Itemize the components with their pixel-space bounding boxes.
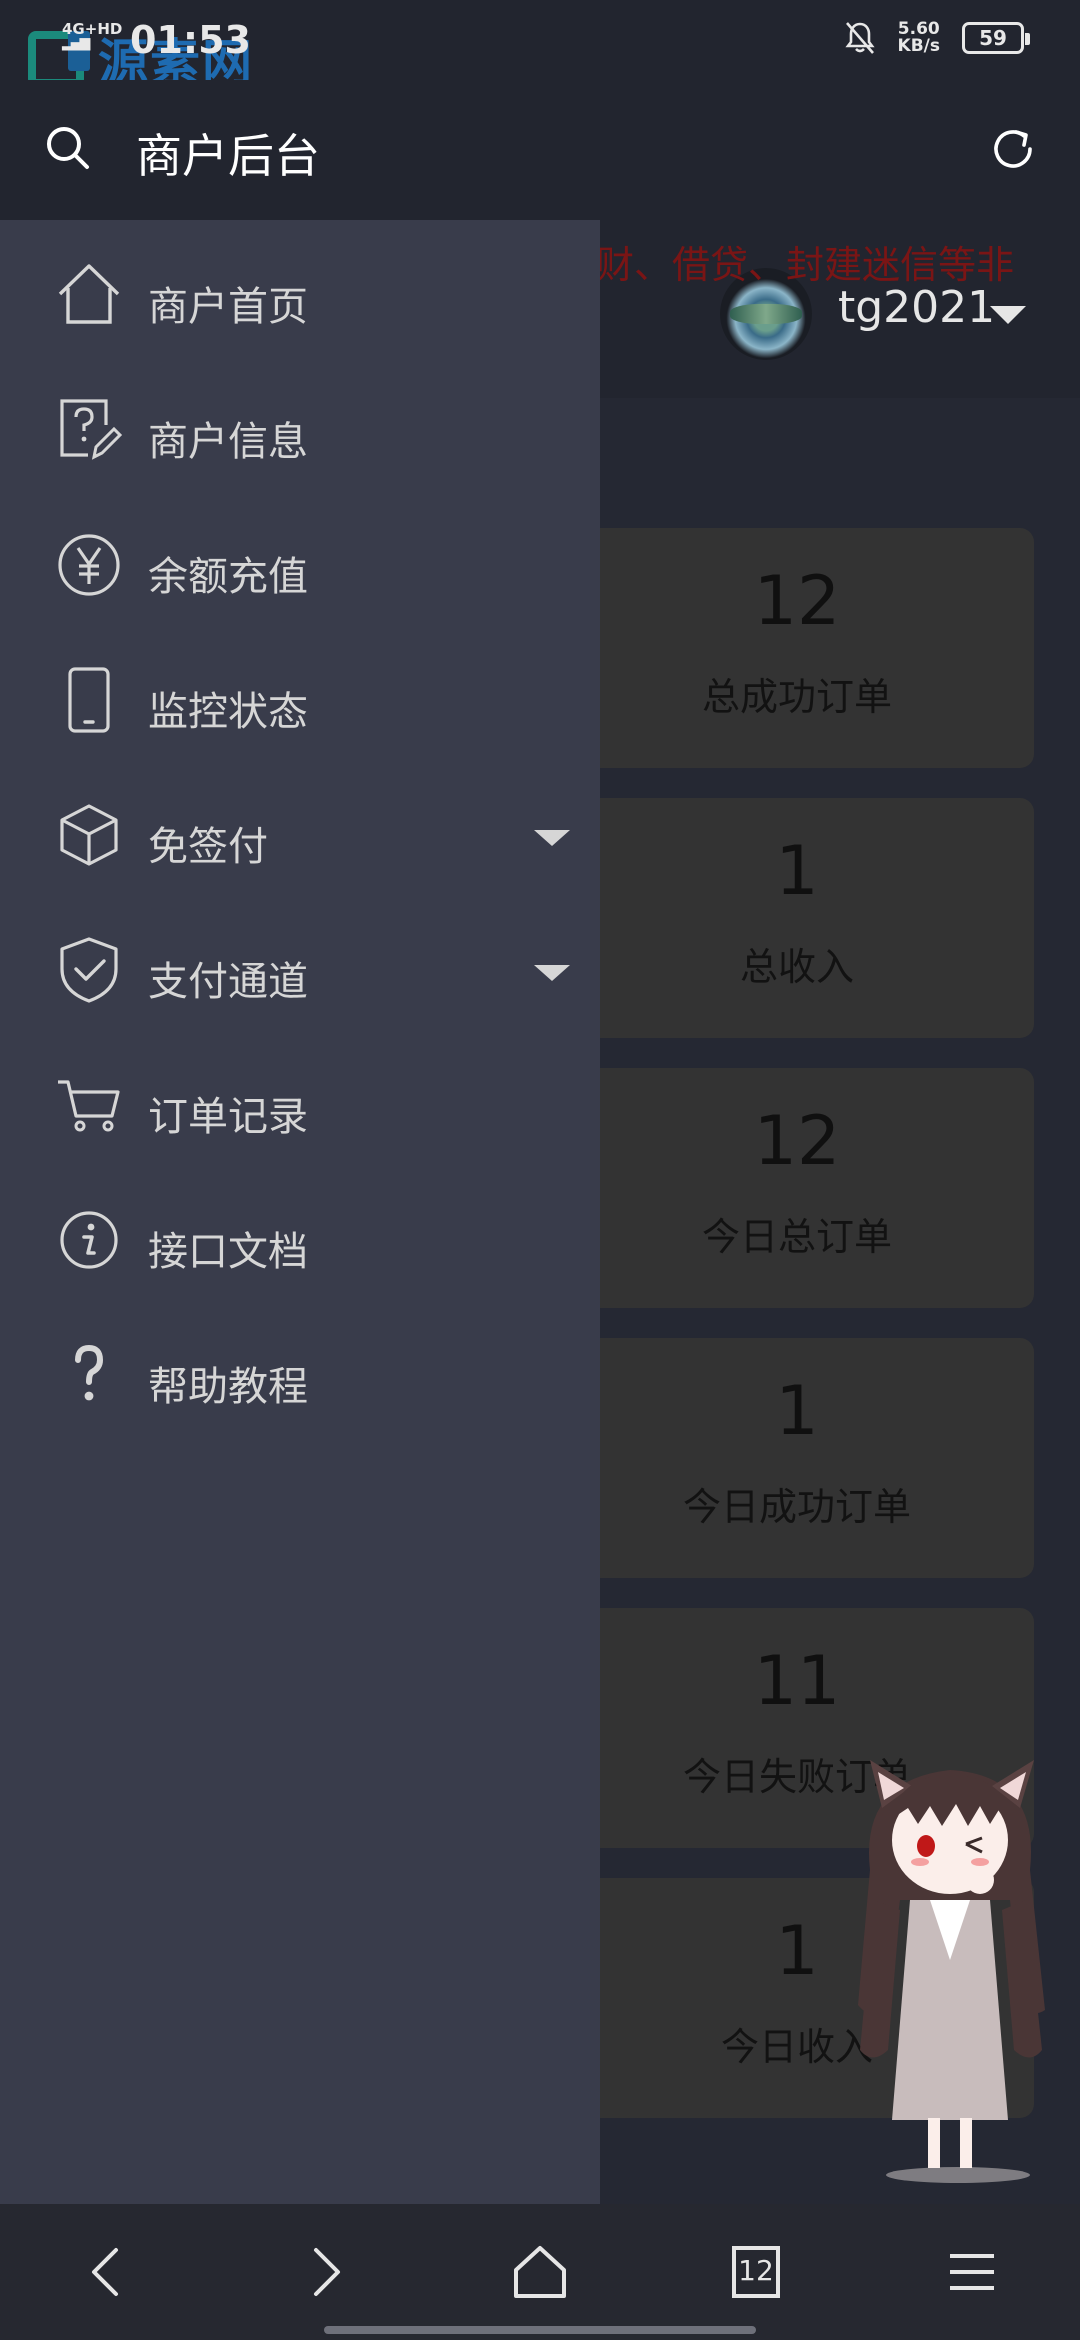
stat-value: 12 — [753, 1102, 841, 1181]
stat-card: 12 今日总订单 — [560, 1068, 1034, 1308]
bell-off-icon — [844, 22, 875, 54]
drawer-item-label: 余额充值 — [148, 554, 308, 600]
chevron-down-icon[interactable] — [990, 306, 1026, 324]
nav-drawer: 商户首页 商户信息 余额充值 监控状态 免签付 支付通道 订单记录 接口文档 帮… — [0, 220, 600, 2220]
refresh-icon[interactable] — [988, 124, 1038, 174]
drawer-item-label: 监控状态 — [148, 689, 308, 735]
chevron-down-icon — [534, 830, 570, 846]
drawer-item-label: 接口文档 — [148, 1229, 308, 1275]
chevron-down-icon — [534, 965, 570, 981]
stat-value: 1 — [775, 832, 819, 911]
network-speed: 5.60 KB/s — [898, 21, 940, 55]
drawer-item-monitor[interactable]: 监控状态 — [0, 645, 600, 765]
drawer-item-label: 支付通道 — [148, 959, 308, 1005]
drawer-item-label: 免签付 — [148, 824, 268, 870]
drawer-item-label: 商户信息 — [148, 419, 308, 465]
status-bar: 源素网 4G+HD ▂▄▆ 01:53 5.60 KB/s 59 — [0, 0, 1080, 92]
tabs-button[interactable]: 12 — [724, 2240, 788, 2304]
drawer-item-orders[interactable]: 订单记录 — [0, 1050, 600, 1170]
drawer-item-recharge[interactable]: 余额充值 — [0, 510, 600, 630]
stat-value: 1 — [775, 1372, 819, 1451]
home-indicator[interactable] — [324, 2326, 756, 2334]
drawer-item-free-sign-pay[interactable]: 免签付 — [0, 780, 600, 900]
cart-icon — [58, 1080, 120, 1132]
browser-bottom-nav: 12 — [0, 2204, 1080, 2340]
home-icon[interactable] — [508, 2240, 572, 2304]
edit-question-icon — [60, 399, 123, 460]
drawer-item-label: 商户首页 — [148, 284, 308, 330]
drawer-item-api-docs[interactable]: 接口文档 — [0, 1185, 600, 1305]
menu-icon[interactable] — [940, 2240, 1004, 2304]
battery-level: 59 — [979, 26, 1007, 50]
tabs-count: 12 — [738, 2254, 774, 2287]
stat-value: 12 — [753, 562, 841, 641]
stat-value: 11 — [753, 1642, 841, 1721]
drawer-item-merchant-info[interactable]: 商户信息 — [0, 375, 600, 495]
network-indicator: 4G+HD ▂▄▆ — [62, 22, 122, 51]
drawer-item-label: 帮助教程 — [148, 1364, 308, 1410]
home-icon — [58, 264, 120, 324]
stat-label: 总收入 — [739, 945, 854, 989]
stat-card: 12 总成功订单 — [560, 528, 1034, 768]
drawer-item-label: 订单记录 — [148, 1094, 308, 1140]
question-icon — [75, 1344, 104, 1401]
yen-icon — [58, 534, 120, 596]
signal-icon: ▂▄▆ — [62, 35, 90, 51]
back-icon[interactable] — [76, 2240, 140, 2304]
stat-label: 今日成功订单 — [682, 1485, 911, 1529]
page-title: 商户后台 — [136, 129, 320, 183]
box-icon — [60, 804, 118, 866]
stat-card: 1 今日成功订单 — [560, 1338, 1034, 1578]
mascot-girl-icon[interactable] — [830, 1720, 1070, 2200]
drawer-item-home[interactable]: 商户首页 — [0, 240, 600, 360]
info-icon — [60, 1211, 118, 1269]
notice-label: 财、借贷、封建迷信等非 — [596, 243, 1015, 287]
stat-label: 今日总订单 — [701, 1215, 892, 1259]
drawer-item-payment-channel[interactable]: 支付通道 — [0, 915, 600, 1035]
speed-unit: KB/s — [897, 36, 940, 56]
status-right-group: 5.60 KB/s 59 — [844, 20, 1030, 56]
forward-icon[interactable] — [292, 2240, 356, 2304]
app-header: 商户后台 — [0, 80, 1080, 220]
phone-icon — [68, 667, 110, 733]
drawer-item-help[interactable]: 帮助教程 — [0, 1320, 600, 1440]
status-time: 01:53 — [130, 18, 251, 62]
stat-label: 总成功订单 — [701, 675, 892, 719]
search-icon[interactable] — [44, 124, 92, 172]
stat-card: 1 总收入 — [560, 798, 1034, 1038]
battery-icon: 59 — [962, 22, 1030, 54]
shield-check-icon — [60, 937, 118, 1003]
